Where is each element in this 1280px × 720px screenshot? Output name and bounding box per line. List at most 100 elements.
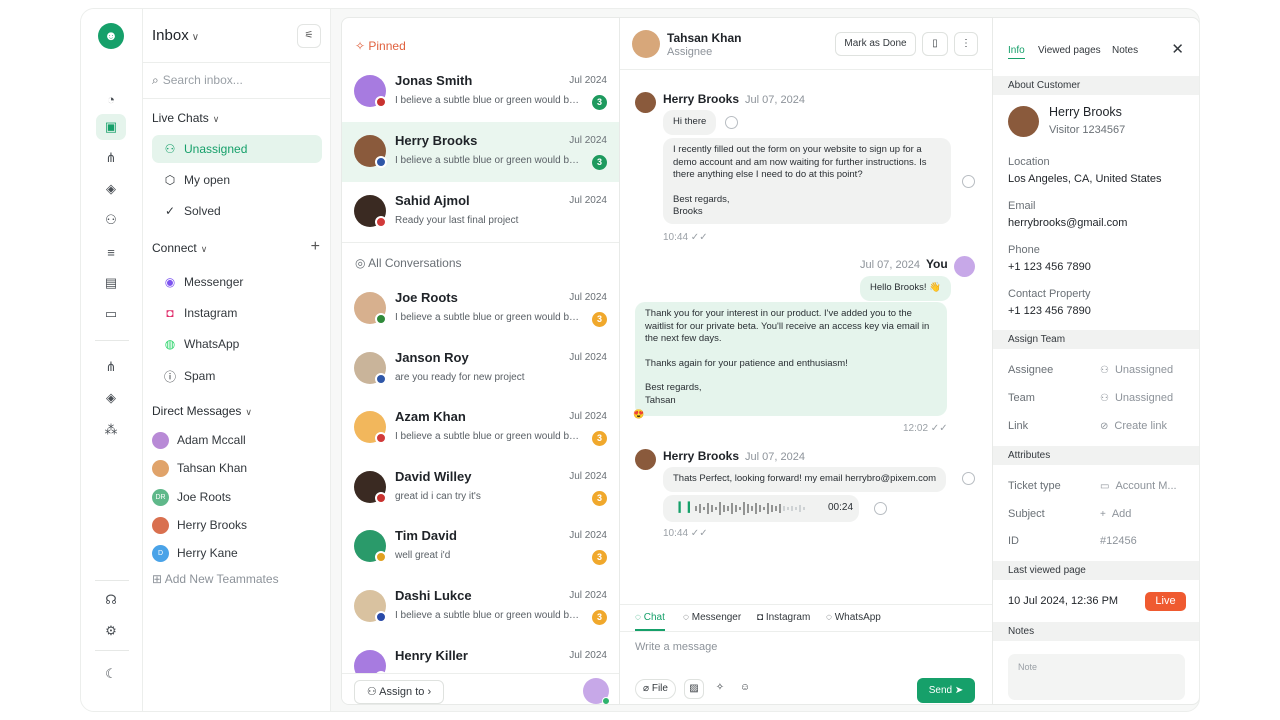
dm-item[interactable]: Tahsan Khan — [152, 457, 247, 479]
emoji-icon[interactable]: ☺ — [735, 679, 755, 699]
flow-icon[interactable]: ⁂ — [96, 417, 126, 443]
conversation-date: Jul 2024 — [569, 351, 607, 363]
message-input[interactable]: Write a message — [635, 641, 717, 653]
attach-file-button[interactable]: ⌀ File — [635, 679, 676, 699]
notes-input[interactable]: Note — [1008, 654, 1185, 700]
assignee-avatar — [632, 30, 660, 58]
current-user-avatar[interactable] — [583, 678, 610, 704]
nav-item-unassigned[interactable]: ⚇ Unassigned — [152, 135, 322, 163]
gear-icon[interactable]: ⚙ — [96, 618, 126, 644]
live-chats-section[interactable]: Live Chats ∨ — [152, 111, 219, 125]
conversation-row[interactable]: Herry Brooks Jul 2024 I believe a subtle b… — [342, 122, 619, 182]
add-subject-button[interactable]: + Add — [1100, 508, 1131, 520]
unread-count-badge: 3 — [592, 95, 607, 110]
report-icon[interactable]: ▤ — [96, 270, 126, 296]
gauge-icon[interactable]: ◔ — [96, 86, 126, 112]
tab-messenger[interactable]: ◌ Messenger — [683, 612, 741, 623]
bot-icon[interactable]: ◈ — [96, 176, 126, 202]
customer-visitor-id: Visitor 1234567 — [1049, 124, 1126, 136]
bot-icon[interactable]: ◈ — [96, 385, 126, 411]
avatar — [152, 431, 169, 449]
live-chats-label: Live Chats — [152, 111, 209, 125]
nav-item-instagram[interactable]: ◘ Instagram — [152, 299, 322, 327]
team-select[interactable]: ⚇ Unassigned — [1100, 392, 1173, 404]
phone-label: Phone — [1008, 244, 1040, 256]
conversation-row[interactable]: Sahid Ajmol Jul 2024 Ready your last final… — [342, 182, 619, 242]
tab-info[interactable]: Info — [1008, 45, 1025, 59]
nav-item-solved[interactable]: ✓ Solved — [152, 197, 322, 225]
users-icon[interactable]: ⚇ — [96, 207, 126, 233]
conversation-date: Jul 2024 — [569, 75, 607, 86]
tab-chat[interactable]: ◌ Chat — [635, 612, 665, 631]
image-icon[interactable]: ▨ — [684, 679, 704, 699]
all-conversations-section: ◎ All Conversations — [355, 256, 462, 270]
nav-item-messenger[interactable]: ◉ Messenger — [152, 268, 322, 296]
message-preview: I believe a subtle blue or green would b… — [395, 312, 580, 323]
nav-item-spam[interactable]: ⓘ Spam — [152, 362, 322, 390]
avatar: DR — [152, 488, 169, 506]
tab-notes[interactable]: Notes — [1112, 45, 1138, 56]
audio-message[interactable]: ❙❙ 00:24 — [663, 495, 859, 522]
nav-header: Inbox ∨ ⚟ — [143, 9, 331, 63]
emoji-react-icon[interactable] — [874, 502, 887, 515]
search-input[interactable]: ⌕ Search inbox... — [152, 73, 322, 93]
avatar — [152, 459, 169, 477]
direct-messages-section[interactable]: Direct Messages ∨ — [152, 404, 252, 418]
search-placeholder: Search inbox... — [162, 73, 243, 87]
chat-bubbles-icon: ◎ — [355, 256, 369, 270]
conversation-row[interactable]: Janson Roy Jul 2024 are you ready for new … — [342, 339, 619, 399]
emoji-react-icon[interactable] — [962, 472, 975, 485]
country-flag-icon — [375, 96, 387, 108]
send-button[interactable]: Send ➤ — [917, 678, 975, 703]
assignee-select[interactable]: ⚇ Unassigned — [1100, 364, 1173, 376]
ticket-type-select[interactable]: ▭ Account M... — [1100, 480, 1177, 492]
instagram-icon: ◘ — [757, 612, 766, 623]
dm-item[interactable]: D Herry Kane — [152, 542, 238, 564]
tab-whatsapp[interactable]: ◌ WhatsApp — [826, 612, 881, 623]
create-link-button[interactable]: ⊘ Create link — [1100, 420, 1167, 432]
tab-viewed-pages[interactable]: Viewed pages — [1038, 45, 1101, 56]
mark-as-done-button[interactable]: Mark as Done — [835, 32, 916, 56]
conversation-date: Jul 2024 — [569, 411, 607, 423]
chevron-down-icon: ∨ — [200, 244, 208, 254]
inbox-icon[interactable]: ▣ — [96, 114, 126, 140]
conversation-row[interactable]: Tim David Jul 2024 well great i'd 3 — [342, 517, 619, 577]
create-link-label: Create link — [1114, 420, 1167, 432]
assign-icon: ⚇ — [366, 686, 380, 698]
moon-icon[interactable]: ☾ — [96, 661, 126, 687]
assign-to-button[interactable]: ⚇ Assign to › — [354, 680, 444, 704]
emoji-react-icon[interactable] — [725, 116, 738, 129]
sidebar-toggle-icon[interactable]: ▯ — [922, 32, 948, 56]
pause-icon[interactable]: ❙❙ — [675, 501, 693, 514]
add-teammates-link[interactable]: ⊞ Add New Teammates — [152, 572, 279, 586]
robot-logo-icon[interactable]: ☻ — [98, 23, 124, 49]
magic-icon[interactable]: ✧ — [710, 679, 730, 699]
filter-icon[interactable]: ⚟ — [297, 24, 321, 48]
conversation-date: Jul 2024 — [569, 135, 607, 146]
conversation-row[interactable]: Jonas Smith Jul 2024 I believe a subtle bl… — [342, 62, 619, 122]
dm-item[interactable]: Adam Mccall — [152, 429, 246, 451]
dm-item[interactable]: Herry Brooks — [152, 514, 247, 536]
headset-icon[interactable]: ☊ — [96, 587, 126, 613]
connect-section[interactable]: Connect ∨ — [152, 241, 207, 255]
inbox-nav: Inbox ∨ ⚟ ⌕ Search inbox... Live Chats ∨ ⚇ U… — [143, 9, 331, 711]
contact-name: Herry Brooks — [395, 133, 478, 148]
conversation-row[interactable]: Joe Roots Jul 2024 I believe a subtle blue… — [342, 279, 619, 339]
ticket-icon: ▭ — [1100, 481, 1110, 492]
conversation-row[interactable]: David Willey Jul 2024 great id i can try i… — [342, 458, 619, 518]
conversation-row[interactable]: Azam Khan Jul 2024 I believe a subtle blue… — [342, 398, 619, 458]
inbox-title[interactable]: Inbox ∨ — [152, 27, 199, 44]
sliders-icon[interactable]: ≡ — [96, 239, 126, 265]
more-menu-icon[interactable]: ⋮ — [954, 32, 978, 56]
nav-item-my-open[interactable]: ⬡ My open — [152, 166, 322, 194]
conversation-row[interactable]: Dashi Lukce Jul 2024 I believe a subtle bl… — [342, 577, 619, 637]
hierarchy-icon[interactable]: ⋔ — [96, 145, 126, 171]
nav-item-whatsapp[interactable]: ◍ WhatsApp — [152, 330, 322, 358]
tab-instagram[interactable]: ◘ Instagram — [757, 612, 810, 623]
emoji-react-icon[interactable] — [962, 175, 975, 188]
hierarchy-icon[interactable]: ⋔ — [96, 354, 126, 380]
dm-item[interactable]: DR Joe Roots — [152, 486, 231, 508]
add-connect-button[interactable]: + — [311, 238, 320, 256]
ticket-icon[interactable]: ▭ — [96, 301, 126, 327]
close-icon[interactable]: ✕ — [1171, 40, 1184, 58]
